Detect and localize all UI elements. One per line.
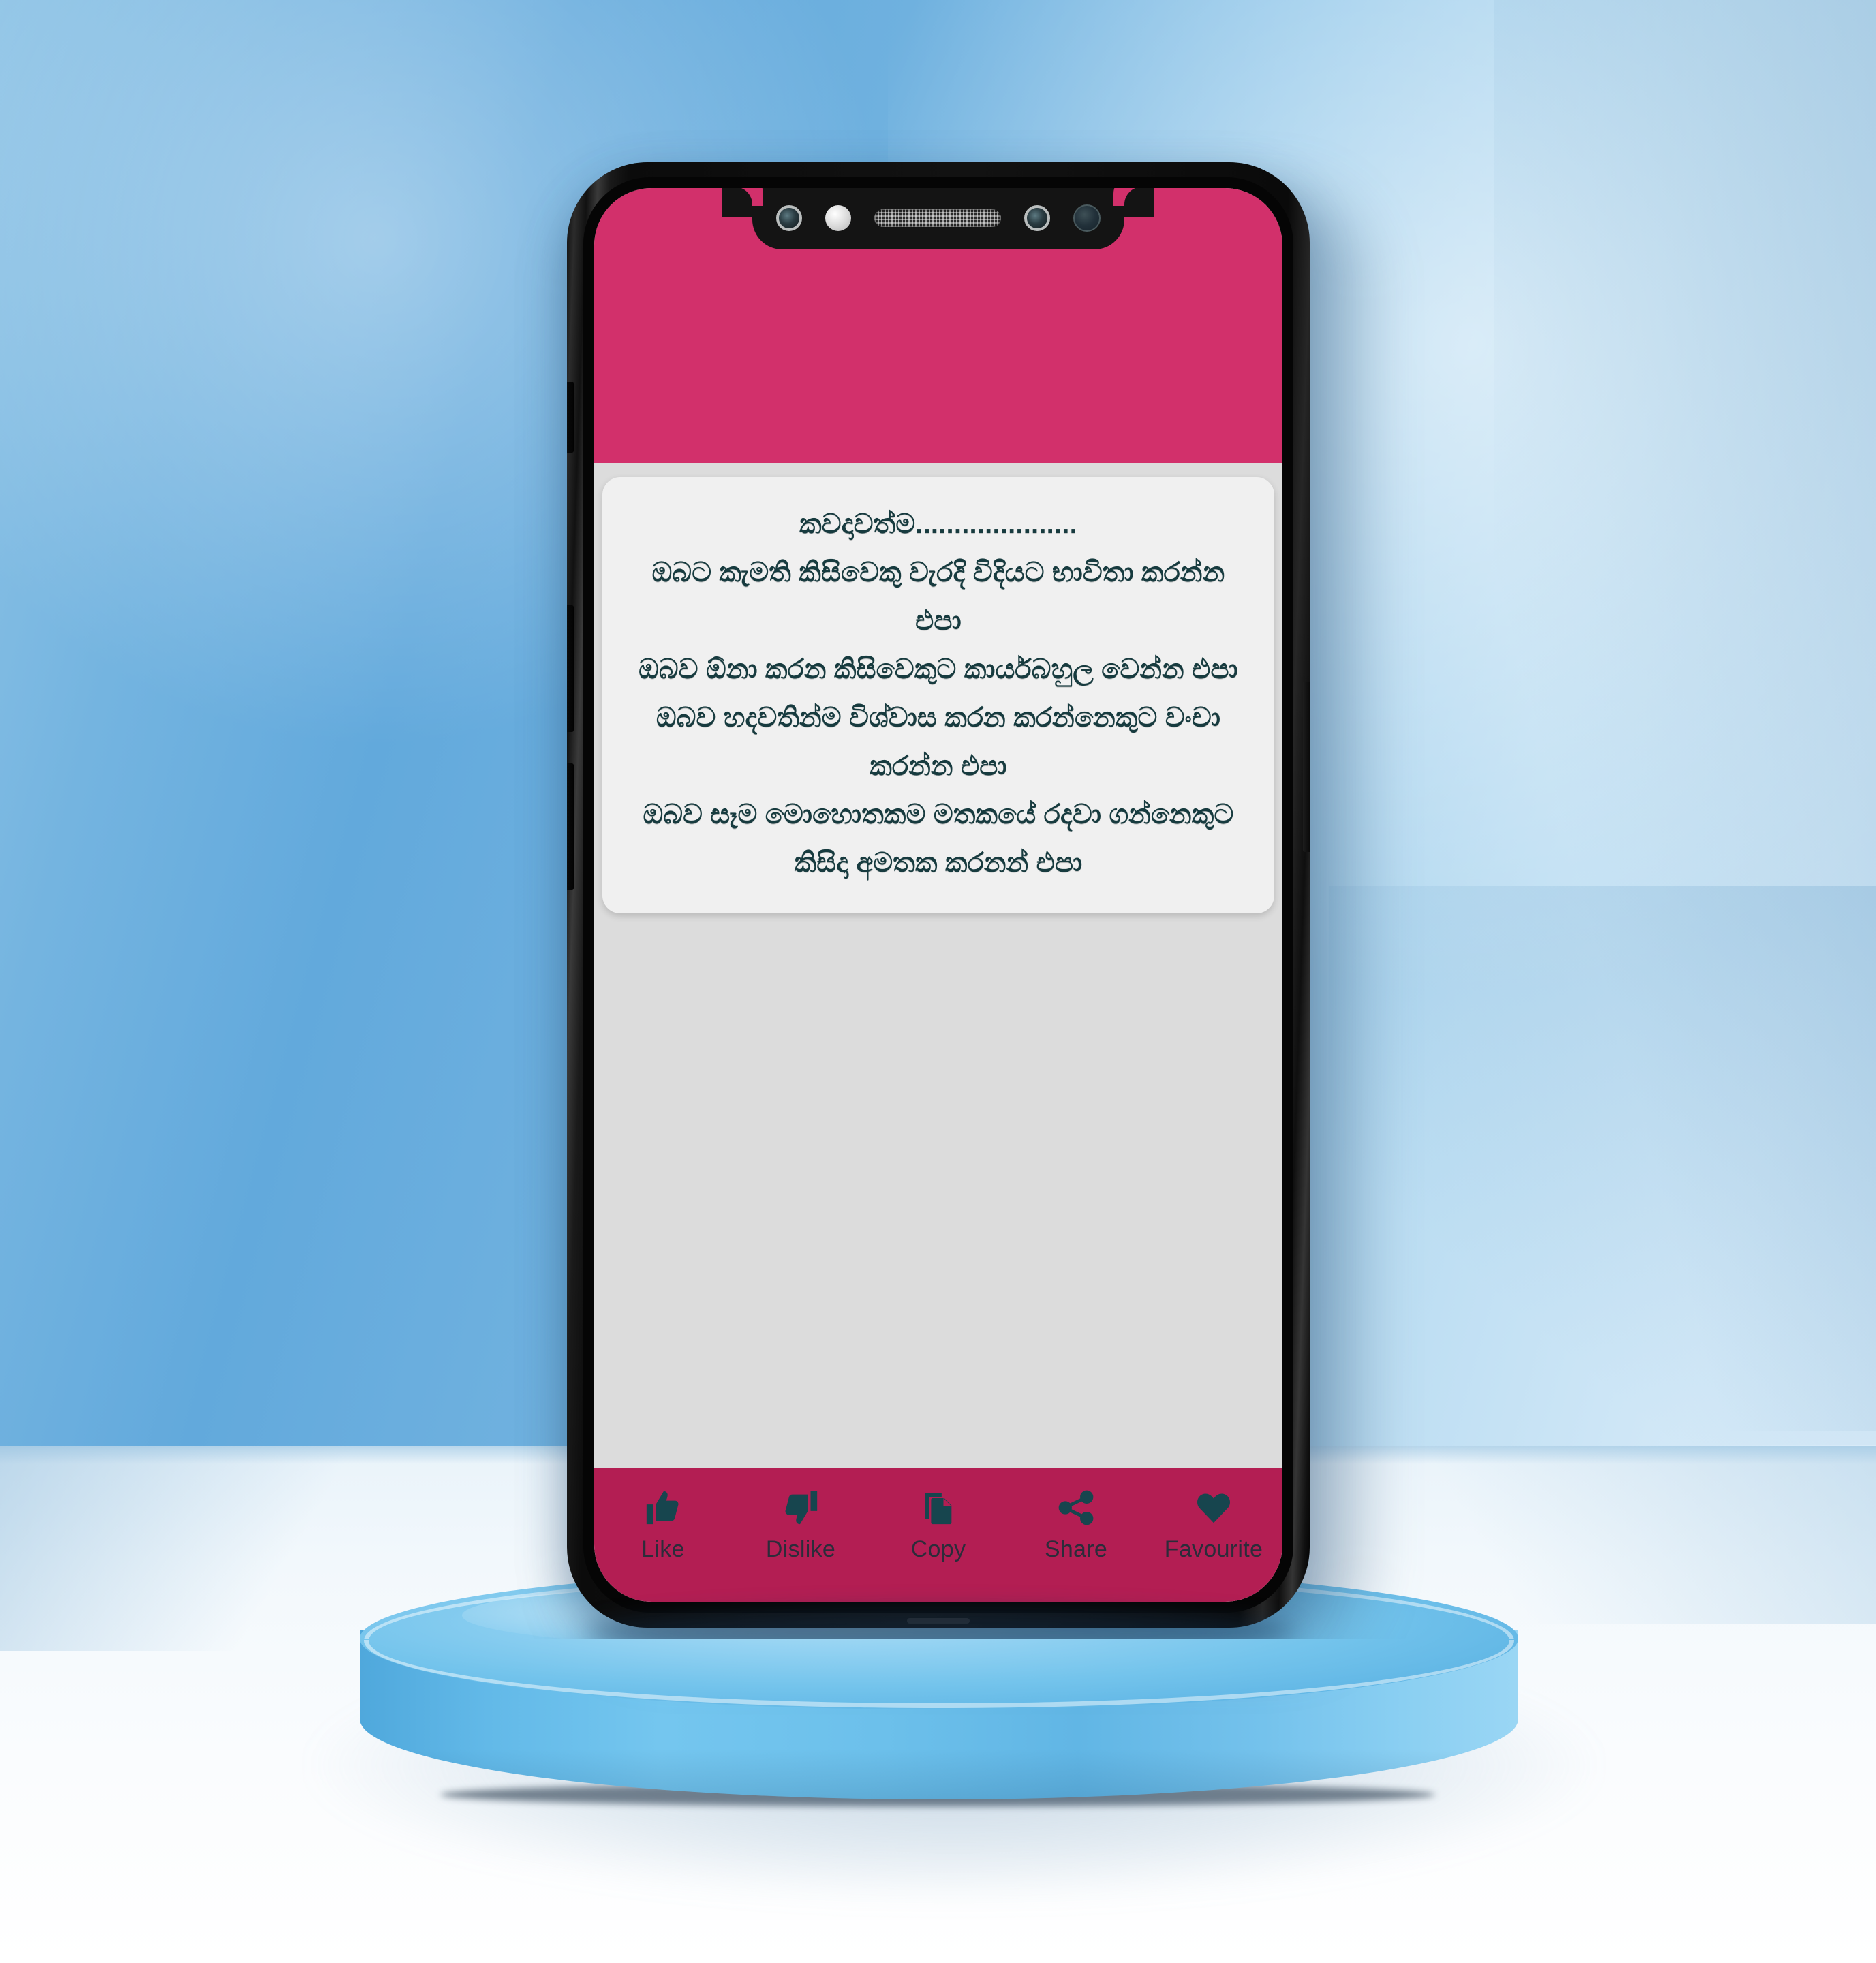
light-sensor-icon (825, 205, 851, 231)
front-camera-lens-icon (776, 205, 802, 231)
quote-card[interactable]: කවදාවත්ම..................... ඔබට කැමති … (602, 477, 1274, 913)
heart-icon (1192, 1486, 1235, 1530)
proximity-sensor-icon (1073, 204, 1101, 232)
earpiece-speaker-icon (874, 209, 1001, 227)
secondary-camera-lens-icon (1024, 205, 1050, 231)
volume-up-button[interactable] (567, 605, 574, 732)
product-mockup-scene: කවදාවත්ම..................... ඔබට කැමති … (0, 0, 1876, 1963)
share-label: Share (1044, 1536, 1108, 1562)
display-notch (722, 188, 1154, 249)
favourite-button[interactable]: Favourite (1152, 1486, 1275, 1563)
quote-line: ඔබව ඕනා කරන කිසිවෙකුට කාර්යබහුල වෙන්න එප… (639, 654, 1238, 684)
copy-button[interactable]: Copy (877, 1486, 1000, 1563)
quote-line: කිසිදා අමතක කරනන් එපා (794, 848, 1083, 878)
share-icon (1054, 1486, 1098, 1530)
like-button[interactable]: Like (602, 1486, 724, 1563)
wall-shadow-lower-right (1329, 886, 1876, 1445)
quote-line: ඔබව සෑම මොහොතකම මතකයේ රදවා ගන්නෙකුට (643, 800, 1234, 830)
silent-switch[interactable] (567, 382, 574, 453)
dislike-button[interactable]: Dislike (739, 1486, 862, 1563)
notch-corner-left (722, 188, 752, 217)
phone-screen: කවදාවත්ම..................... ඔබට කැමති … (594, 188, 1282, 1602)
thumbs-down-icon (779, 1486, 822, 1530)
notch-corner-right (1124, 188, 1154, 217)
quote-line: ඔබව හදවතින්ම විශ්වාස කරන කරන්නෙකුට වංචා (656, 703, 1221, 733)
like-label: Like (641, 1536, 685, 1562)
smartphone-device: කවදාවත්ම..................... ඔබට කැමති … (567, 162, 1310, 1628)
dislike-label: Dislike (765, 1536, 836, 1562)
favourite-label: Favourite (1164, 1536, 1263, 1562)
copy-label: Copy (910, 1536, 966, 1562)
quote-line: ඔබට කැමති කිසිවෙකු වැරදි විදියට භාවිතා ක… (651, 558, 1225, 588)
wall-shadow-right (1494, 0, 1876, 1431)
thumbs-up-icon (641, 1486, 685, 1530)
quote-line: කවදාවත්ම..................... (799, 509, 1077, 539)
share-button[interactable]: Share (1015, 1486, 1137, 1563)
quote-line: කරන්න එපා (870, 751, 1007, 781)
bottom-action-bar: Like Dislike Copy Share Favourite (594, 1468, 1282, 1602)
quote-line: එපා (915, 606, 962, 636)
volume-down-button[interactable] (567, 763, 574, 890)
copy-icon (917, 1486, 960, 1530)
power-button[interactable] (1303, 682, 1310, 852)
table-shadow-left (0, 1446, 354, 1651)
